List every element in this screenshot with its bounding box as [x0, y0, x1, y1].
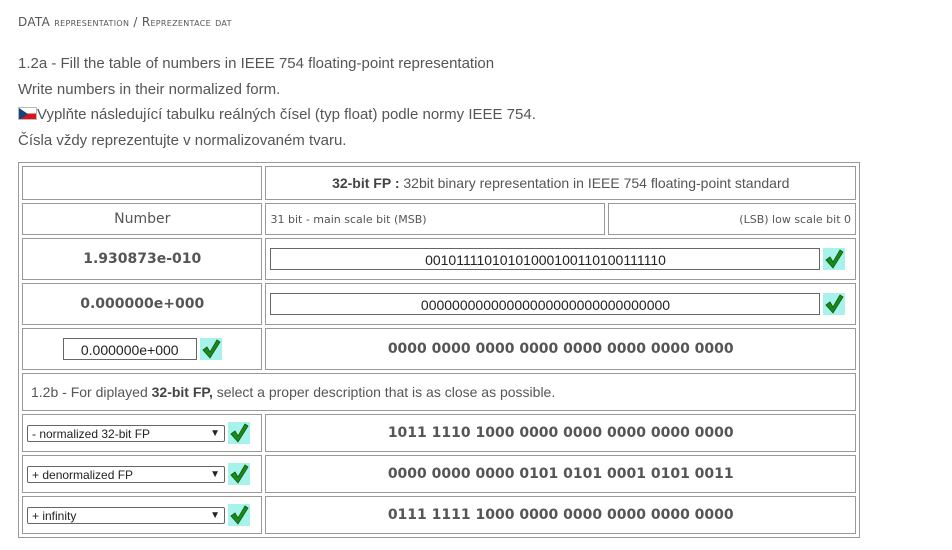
number-value: 0.000000e+000 [22, 283, 263, 325]
breadcrumb: DATA representation / Reprezentace dat [18, 15, 232, 29]
ieee754-table: 32-bit FP : 32bit binary representation … [18, 162, 860, 538]
table-row: - normalized 32-bit FP ▼ 1011 1110 1000 0… [22, 414, 856, 452]
check-icon [823, 248, 846, 270]
description-select[interactable]: + infinity ▼ [27, 506, 225, 524]
instructions: 1.2a - Fill the table of numbers in IEEE… [18, 51, 536, 153]
part-b-description: 1.2b - For diplayed 32-bit FP, select a … [22, 373, 856, 411]
bits-cell: 00101111010101000100110100111110 [265, 238, 856, 280]
select-cell: - normalized 32-bit FP ▼ [22, 414, 263, 452]
table-row: 0.000000e+000 0000 0000 0000 0000 0000 0… [22, 328, 856, 370]
fp-header: 32-bit FP : 32bit binary representation … [265, 166, 856, 200]
check-icon [823, 293, 846, 315]
table-row: + denormalized FP ▼ 0000 0000 0000 0101 0… [22, 455, 856, 493]
lsb-label: (LSB) low scale bit 0 [608, 203, 856, 235]
description-select[interactable]: - normalized 32-bit FP ▼ [27, 424, 225, 442]
empty-header-cell [22, 166, 263, 200]
instruction-line-3: Vyplňte následující tabulku reálných čís… [18, 102, 536, 128]
bits-input[interactable]: 00101111010101000100110100111110 [270, 248, 821, 270]
fp-header-description: 32bit binary representation in IEEE 754 … [399, 175, 790, 191]
select-cell: + infinity ▼ [22, 496, 263, 534]
part-b-bold: 32-bit FP, [151, 384, 213, 400]
table-row: + infinity ▼ 0111 1111 1000 0000 0000 000… [22, 496, 856, 534]
instruction-line-3-text: Vyplňte následující tabulku reálných čís… [37, 106, 536, 123]
instruction-line-1: 1.2a - Fill the table of numbers in IEEE… [18, 55, 495, 72]
table-row: 0.000000e+000 00000000000000000000000000… [22, 283, 856, 325]
table-row: 1.930873e-010 00101111010101000100110100… [22, 238, 856, 280]
description-select[interactable]: + denormalized FP ▼ [27, 465, 225, 483]
select-cell: + denormalized FP ▼ [22, 455, 263, 493]
msb-label: 31 bit - main scale bit (MSB) [265, 203, 606, 235]
select-value: - normalized 32-bit FP [32, 426, 151, 441]
chevron-down-icon: ▼ [210, 468, 220, 480]
number-header: Number [22, 203, 263, 235]
chevron-down-icon: ▼ [210, 509, 220, 521]
bits-value: 0000 0000 0000 0000 0000 0000 0000 0000 [265, 328, 856, 370]
instruction-line-4: Čísla vždy reprezentujte v normalizované… [18, 131, 347, 149]
instruction-line-2: Write numbers in their normalized form. [18, 80, 281, 98]
number-input[interactable]: 0.000000e+000 [62, 338, 197, 360]
bits-value: 0000 0000 0000 0101 0101 0001 0101 0011 [265, 455, 856, 493]
chevron-down-icon: ▼ [210, 427, 220, 439]
bits-input[interactable]: 00000000000000000000000000000000 [270, 293, 821, 315]
number-input-cell: 0.000000e+000 [22, 328, 263, 370]
part-b-suffix: select a proper description that is as c… [212, 384, 556, 400]
check-icon [228, 504, 250, 526]
part-b-prefix: 1.2b - For diplayed [31, 384, 152, 400]
number-value: 1.930873e-010 [22, 238, 263, 280]
check-icon [228, 463, 250, 485]
select-value: + infinity [32, 508, 77, 523]
check-icon [199, 338, 222, 360]
select-value: + denormalized FP [32, 467, 134, 482]
bits-cell: 00000000000000000000000000000000 [265, 283, 856, 325]
check-icon [228, 422, 250, 444]
fp-header-title: 32-bit FP : [332, 175, 400, 191]
czech-flag-icon [18, 107, 37, 120]
bits-value: 0111 1111 1000 0000 0000 0000 0000 0000 [265, 496, 856, 534]
bits-value: 1011 1110 1000 0000 0000 0000 0000 0000 [265, 414, 856, 452]
